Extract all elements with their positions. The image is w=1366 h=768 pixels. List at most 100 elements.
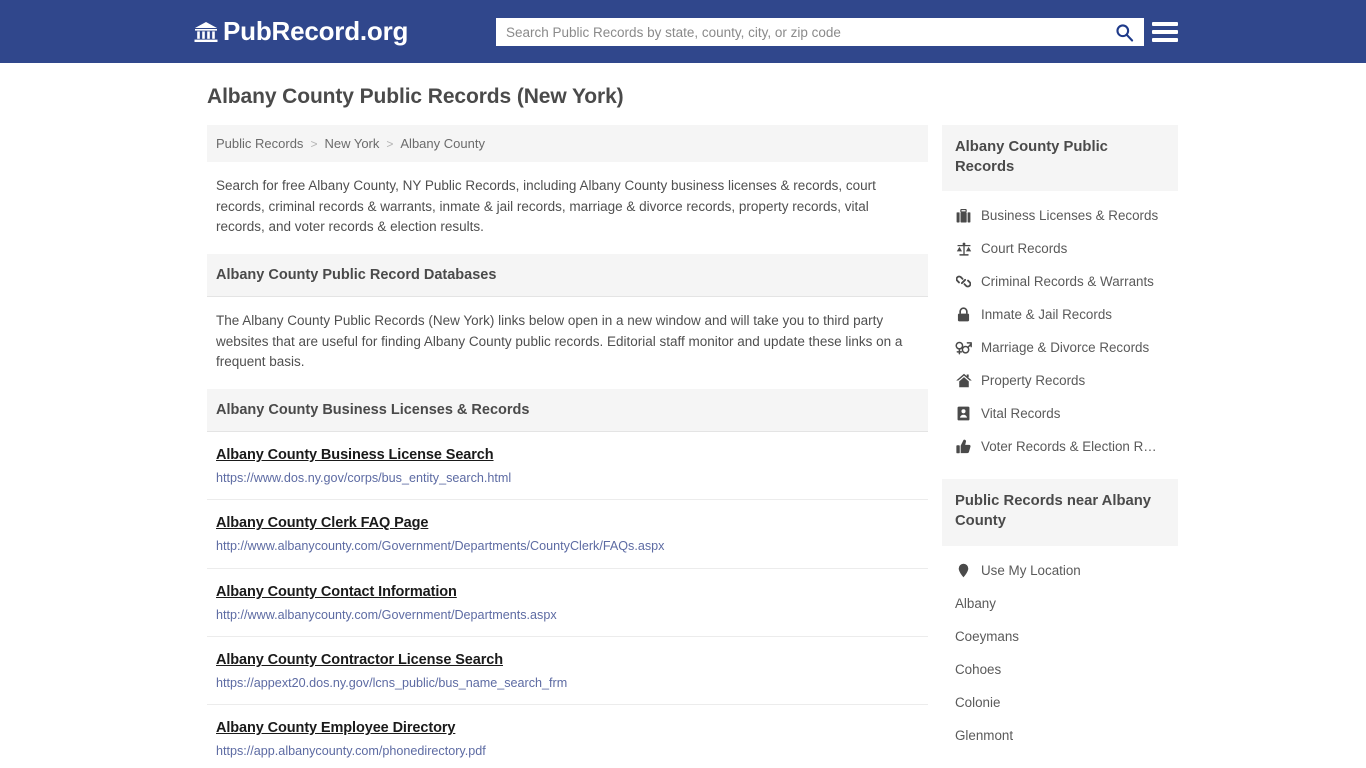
site-header: PubRecord.org [0,0,1366,63]
sidebar-item-marriage-divorce-records: Marriage & Divorce Records [942,331,1178,364]
map-marker-icon [955,563,972,578]
page-title: Albany County Public Records (New York) [207,85,624,108]
sidebar-link-use-my-location[interactable]: Use My Location [942,554,1178,587]
sidebar-link-voter-records[interactable]: Voter Records & Election R… [942,430,1178,463]
sidebar-label: Vital Records [981,406,1061,422]
sidebar-records-list: Business Licenses & Records Court Record… [942,191,1178,463]
hamburger-menu-icon[interactable] [1152,17,1180,47]
sidebar-item-vital-records: Vital Records [942,397,1178,430]
sidebar-near-list: Use My Location Albany Coeymans Cohoes C… [942,546,1178,752]
record-link-url[interactable]: http://www.albanycounty.com/Government/D… [216,538,919,554]
record-link-url[interactable]: https://app.albanycounty.com/phonedirect… [216,743,919,759]
breadcrumb-item-public-records[interactable]: Public Records [216,136,303,151]
sidebar-item-property-records: Property Records [942,364,1178,397]
sidebar-link-inmate-jail-records[interactable]: Inmate & Jail Records [942,298,1178,331]
breadcrumb: Public Records > New York > Albany Count… [207,125,928,162]
breadcrumb-separator-icon: > [310,136,318,151]
menu-bar-2 [1152,30,1178,34]
sidebar-label: Albany [955,595,996,611]
sidebar-link-property-records[interactable]: Property Records [942,364,1178,397]
university-icon [193,20,219,44]
two-column-layout: Public Records > New York > Albany Count… [198,125,1178,768]
record-link-url[interactable]: https://appext20.dos.ny.gov/lcns_public/… [216,675,919,691]
sidebar-item-colonie: Colonie [942,686,1178,719]
record-link-title[interactable]: Albany County Employee Directory [216,720,455,736]
record-link-list: Albany County Business License Search ht… [207,432,928,768]
sidebar: Albany County Public Records Business Li… [942,125,1178,768]
sidebar-records-box: Albany County Public Records Business Li… [942,125,1178,463]
sidebar-item-glenmont: Glenmont [942,719,1178,752]
sidebar-label: Inmate & Jail Records [981,307,1112,323]
sidebar-near-box: Public Records near Albany County Use My… [942,479,1178,751]
search-bar [496,18,1144,46]
breadcrumb-separator-icon: > [386,136,394,151]
sidebar-label: Cohoes [955,661,1002,677]
record-link-title[interactable]: Albany County Contractor License Search [216,652,503,668]
sidebar-link-business-licenses[interactable]: Business Licenses & Records [942,199,1178,232]
thumbs-up-icon [955,439,972,454]
sidebar-link-criminal-records[interactable]: Criminal Records & Warrants [942,265,1178,298]
sidebar-link-marriage-divorce-records[interactable]: Marriage & Divorce Records [942,331,1178,364]
main-column: Public Records > New York > Albany Count… [207,125,928,768]
sidebar-label: Glenmont [955,727,1014,743]
sidebar-label: Property Records [981,373,1086,389]
record-link-title[interactable]: Albany County Contact Information [216,584,457,600]
sidebar-item-use-my-location: Use My Location [942,554,1178,587]
sidebar-item-criminal-records: Criminal Records & Warrants [942,265,1178,298]
sidebar-link-colonie[interactable]: Colonie [942,686,1178,719]
briefcase-icon [955,208,972,223]
site-logo-text: PubRecord.org [223,16,409,46]
sidebar-link-court-records[interactable]: Court Records [942,232,1178,265]
sidebar-label: Criminal Records & Warrants [981,274,1154,290]
search-input[interactable] [496,18,1104,46]
list-item: Albany County Employee Directory https:/… [207,705,928,768]
site-logo[interactable]: PubRecord.org [193,16,408,47]
sidebar-item-court-records: Court Records [942,232,1178,265]
sidebar-link-cohoes[interactable]: Cohoes [942,653,1178,686]
search-icon [1115,23,1134,42]
databases-paragraph: The Albany County Public Records (New Yo… [216,312,903,370]
breadcrumb-item-new-york[interactable]: New York [324,136,379,151]
sidebar-link-albany[interactable]: Albany [942,587,1178,620]
venus-mars-icon [955,341,972,355]
list-item: Albany County Contact Information http:/… [207,569,928,637]
menu-bar-3 [1152,38,1178,42]
record-link-url[interactable]: https://www.dos.ny.gov/corps/bus_entity_… [216,470,919,486]
sidebar-label: Voter Records & Election R… [981,439,1157,455]
page-body: Albany County Public Records (New York) … [0,63,1366,768]
menu-bar-1 [1152,22,1178,26]
record-link-url[interactable]: http://www.albanycounty.com/Government/D… [216,607,919,623]
sidebar-item-inmate-jail-records: Inmate & Jail Records [942,298,1178,331]
balance-scale-icon [955,242,972,256]
record-link-title[interactable]: Albany County Business License Search [216,447,494,463]
section-heading-databases: Albany County Public Record Databases [207,253,928,297]
sidebar-label: Use My Location [981,562,1081,578]
sidebar-label: Colonie [955,694,1001,710]
breadcrumb-item-albany-county[interactable]: Albany County [400,136,485,151]
sidebar-item-albany: Albany [942,587,1178,620]
sidebar-label: Business Licenses & Records [981,208,1159,224]
sidebar-link-vital-records[interactable]: Vital Records [942,397,1178,430]
list-item: Albany County Contractor License Search … [207,637,928,706]
sidebar-item-cohoes: Cohoes [942,653,1178,686]
sidebar-near-title: Public Records near Albany County [942,479,1178,546]
sidebar-item-coeymans: Coeymans [942,620,1178,653]
address-card-icon [955,406,972,421]
sidebar-link-coeymans[interactable]: Coeymans [942,620,1178,653]
home-icon [955,373,972,388]
record-link-title[interactable]: Albany County Clerk FAQ Page [216,515,428,531]
sidebar-label: Court Records [981,241,1068,257]
sidebar-label: Marriage & Divorce Records [981,340,1150,356]
sidebar-label: Coeymans [955,628,1020,644]
lead-paragraph: Search for free Albany County, NY Public… [216,178,876,235]
section-heading-business-licenses: Albany County Business Licenses & Record… [207,388,928,432]
list-item: Albany County Clerk FAQ Page http://www.… [207,500,928,569]
list-item: Albany County Business License Search ht… [207,432,928,501]
sidebar-records-title: Albany County Public Records [942,125,1178,192]
sidebar-link-glenmont[interactable]: Glenmont [942,719,1178,752]
search-button[interactable] [1104,18,1144,46]
sidebar-item-business-licenses: Business Licenses & Records [942,199,1178,232]
sidebar-item-voter-records: Voter Records & Election R… [942,430,1178,463]
link-chain-icon [955,274,972,289]
content-container: Albany County Public Records (New York) … [198,85,1178,768]
